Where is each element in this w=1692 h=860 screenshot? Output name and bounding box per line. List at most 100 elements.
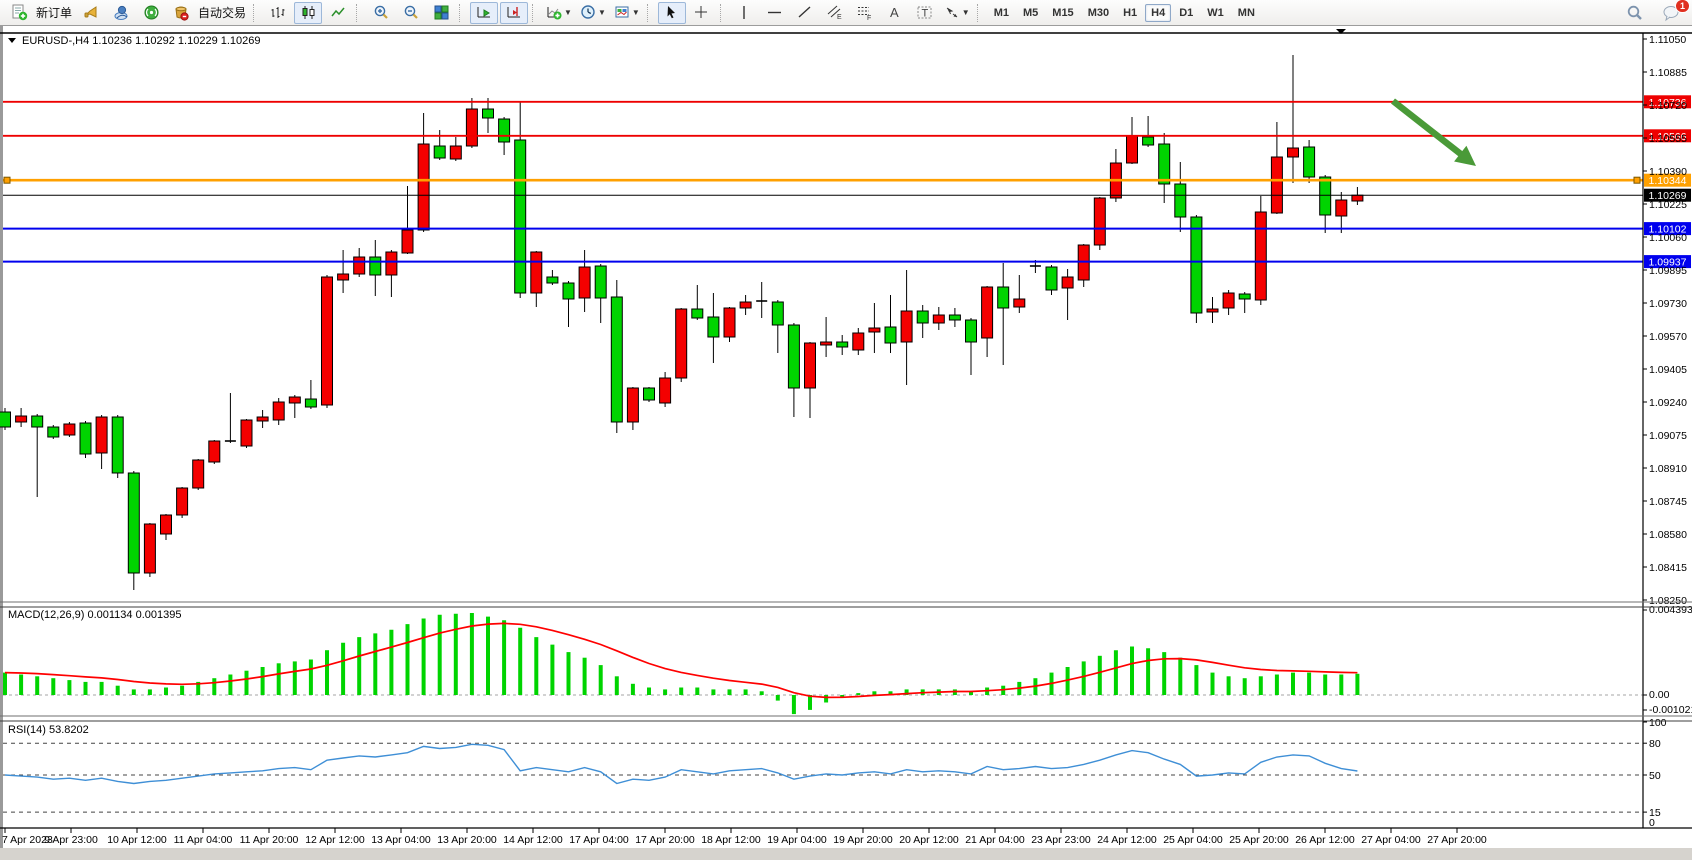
candle-body	[1223, 293, 1234, 308]
date-label: 17 Apr 20:00	[635, 834, 695, 846]
candle-body	[434, 146, 445, 158]
alert-button[interactable]	[77, 2, 105, 24]
candle-body	[450, 146, 461, 159]
search-button[interactable]	[1621, 2, 1649, 24]
date-label: 17 Apr 04:00	[569, 834, 629, 846]
trendline-button[interactable]	[791, 2, 819, 24]
price-tick-label: 1.10720	[1649, 100, 1687, 112]
macd-axis-label: -0.001021	[1649, 704, 1692, 716]
zoom-out-button[interactable]	[397, 2, 425, 24]
text-button[interactable]: A	[881, 2, 909, 24]
timeframe-switcher: M1M5M15M30H1H4D1W1MN	[987, 4, 1262, 22]
candle-body	[322, 277, 333, 405]
clock-icon	[580, 4, 597, 21]
signals-button[interactable]	[137, 2, 165, 24]
date-label: 24 Apr 12:00	[1097, 834, 1157, 846]
candle-body	[193, 460, 204, 488]
price-tick-label: 1.09240	[1649, 397, 1687, 409]
timeframe-m15[interactable]: M15	[1046, 4, 1079, 22]
candle-body	[1320, 177, 1331, 215]
price-tick-label: 1.09075	[1649, 430, 1687, 442]
timeframe-h1[interactable]: H1	[1117, 4, 1143, 22]
community-button[interactable]	[107, 2, 135, 24]
cursor-button[interactable]	[658, 2, 686, 24]
candle-body	[708, 317, 719, 337]
candles-chart-button[interactable]	[294, 2, 322, 24]
timeframe-h4[interactable]: H4	[1145, 4, 1171, 22]
line-handle[interactable]	[1634, 177, 1640, 183]
auto-scroll-icon	[476, 4, 493, 21]
candle-body	[1191, 217, 1202, 313]
new-order-label[interactable]: 新订单	[36, 4, 72, 21]
status-strip	[0, 848, 1692, 855]
vertical-line-button[interactable]	[731, 2, 759, 24]
chart-canvas[interactable]: 1.107361.105661.103441.102691.101021.099…	[0, 0, 1692, 855]
crosshair-button[interactable]	[688, 2, 716, 24]
vertical-line-icon	[736, 4, 753, 21]
templates-button[interactable]: ▼	[611, 2, 643, 24]
tile-windows-button[interactable]	[427, 2, 455, 24]
new-order-icon	[11, 4, 28, 21]
candle-body	[354, 257, 365, 274]
svg-text:A: A	[890, 5, 899, 20]
candle-body	[611, 297, 622, 422]
timeframe-mn[interactable]: MN	[1232, 4, 1261, 22]
price-tick-label: 1.09405	[1649, 364, 1687, 376]
timeframe-w1[interactable]: W1	[1201, 4, 1230, 22]
timeframe-m1[interactable]: M1	[988, 4, 1015, 22]
templates-icon	[614, 4, 631, 21]
candle-body	[901, 311, 912, 342]
new-order-button[interactable]	[5, 2, 33, 24]
candle	[193, 459, 204, 490]
candle-body	[1046, 267, 1057, 290]
alert-icon	[83, 4, 100, 21]
candle-body	[289, 397, 300, 403]
auto-trading-label[interactable]: 自动交易	[198, 4, 246, 21]
rsi-axis-label: 0	[1649, 817, 1655, 829]
arrows-button[interactable]: ▼	[941, 2, 973, 24]
chart-shift-button[interactable]	[500, 2, 528, 24]
chart-window[interactable]: 1.107361.105661.103441.102691.101021.099…	[0, 0, 1692, 855]
auto-trading-button[interactable]	[167, 2, 195, 24]
price-tick-label: 1.09730	[1649, 298, 1687, 310]
indicators-button[interactable]: ▼	[543, 2, 575, 24]
line-chart-button[interactable]	[324, 2, 352, 24]
candle-body	[788, 325, 799, 388]
date-label: 11 Apr 04:00	[174, 834, 233, 846]
bars-chart-button[interactable]	[264, 2, 292, 24]
toolbar-separator	[459, 4, 466, 22]
timeframe-m30[interactable]: M30	[1082, 4, 1115, 22]
candle-body	[644, 388, 655, 400]
candle-body	[96, 417, 107, 453]
candle-body	[660, 378, 671, 403]
candle-body	[1127, 136, 1138, 163]
candle-body	[1288, 148, 1299, 157]
chat-button[interactable]: 1	[1657, 2, 1685, 24]
timeframe-d1[interactable]: D1	[1173, 4, 1199, 22]
candle-body	[821, 342, 832, 345]
candle-body	[32, 416, 43, 427]
date-label: 19 Apr 04:00	[767, 834, 827, 846]
fibonacci-button[interactable]: F	[851, 2, 879, 24]
price-tick-label: 1.10390	[1649, 166, 1687, 178]
horizontal-line-button[interactable]	[761, 2, 789, 24]
chart-background	[0, 26, 1692, 848]
candle	[241, 419, 252, 448]
svg-text:F: F	[867, 15, 871, 21]
toolbar-separator	[532, 4, 539, 22]
candle-body	[1352, 195, 1363, 201]
line-chart-icon	[330, 4, 347, 21]
text-label-button[interactable]: T	[911, 2, 939, 24]
candle-body	[885, 327, 896, 343]
periods-menu-button[interactable]: ▼	[577, 2, 609, 24]
timeframe-m5[interactable]: M5	[1017, 4, 1044, 22]
price-tick-label: 1.09570	[1649, 331, 1687, 343]
line-handle[interactable]	[4, 177, 10, 183]
date-label: 10 Apr 12:00	[107, 834, 167, 846]
channel-button[interactable]: E	[821, 2, 849, 24]
price-tick-label: 1.10555	[1649, 133, 1687, 145]
zoom-in-button[interactable]	[367, 2, 395, 24]
candle-body	[1207, 309, 1218, 312]
crosshair-icon	[693, 4, 710, 21]
auto-scroll-button[interactable]	[470, 2, 498, 24]
